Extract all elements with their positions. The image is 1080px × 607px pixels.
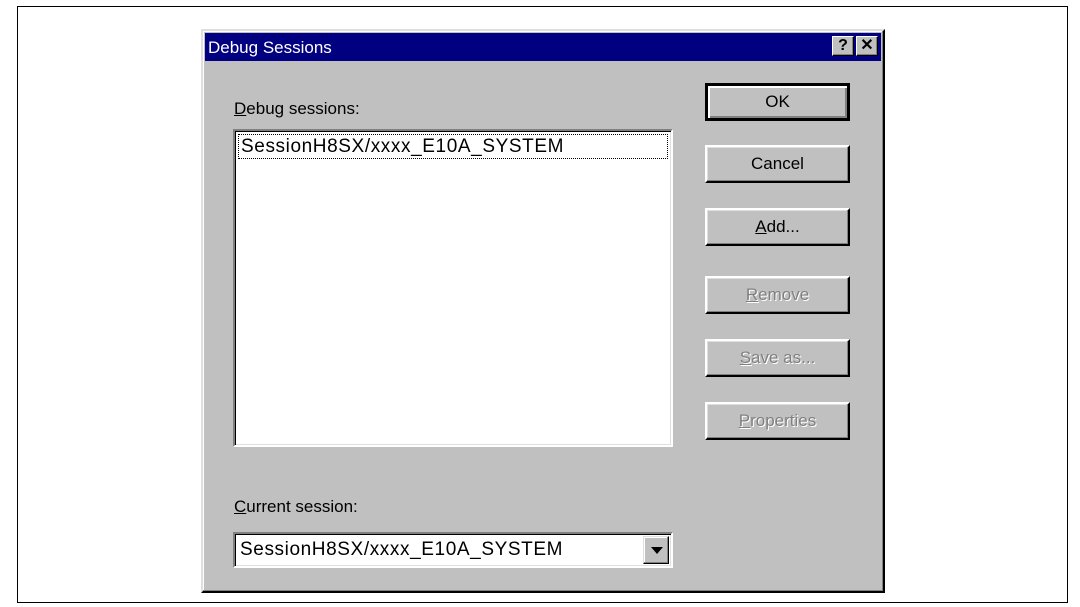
help-button[interactable]: ? xyxy=(832,36,854,56)
window-title: Debug Sessions xyxy=(208,38,332,57)
current-session-value: SessionH8SX/xxxx_E10A_SYSTEM xyxy=(240,539,564,560)
properties-button[interactable]: Properties xyxy=(705,402,850,440)
cancel-button[interactable]: Cancel xyxy=(705,145,850,183)
close-button[interactable]: ✕ xyxy=(856,36,878,56)
dropdown-button[interactable] xyxy=(643,536,669,564)
debug-sessions-listbox[interactable]: SessionH8SX/xxxx_E10A_SYSTEM xyxy=(233,129,673,447)
save-as-button[interactable]: Save as... xyxy=(705,339,850,377)
ok-button[interactable]: OK xyxy=(705,83,850,121)
debug-sessions-dialog: Debug Sessions ? ✕ Debug sessions: Sessi… xyxy=(201,29,885,593)
list-item[interactable]: SessionH8SX/xxxx_E10A_SYSTEM xyxy=(238,134,668,159)
add-button[interactable]: Add... xyxy=(705,208,850,246)
title-bar[interactable]: Debug Sessions ? ✕ xyxy=(205,33,881,61)
help-icon: ? xyxy=(838,37,848,54)
close-icon: ✕ xyxy=(860,37,874,54)
debug-sessions-label: Debug sessions: xyxy=(234,99,360,118)
chevron-down-icon xyxy=(651,547,663,554)
current-session-label: Current session: xyxy=(234,497,358,516)
remove-button[interactable]: Remove xyxy=(705,276,850,314)
current-session-combobox[interactable]: SessionH8SX/xxxx_E10A_SYSTEM xyxy=(233,532,673,568)
